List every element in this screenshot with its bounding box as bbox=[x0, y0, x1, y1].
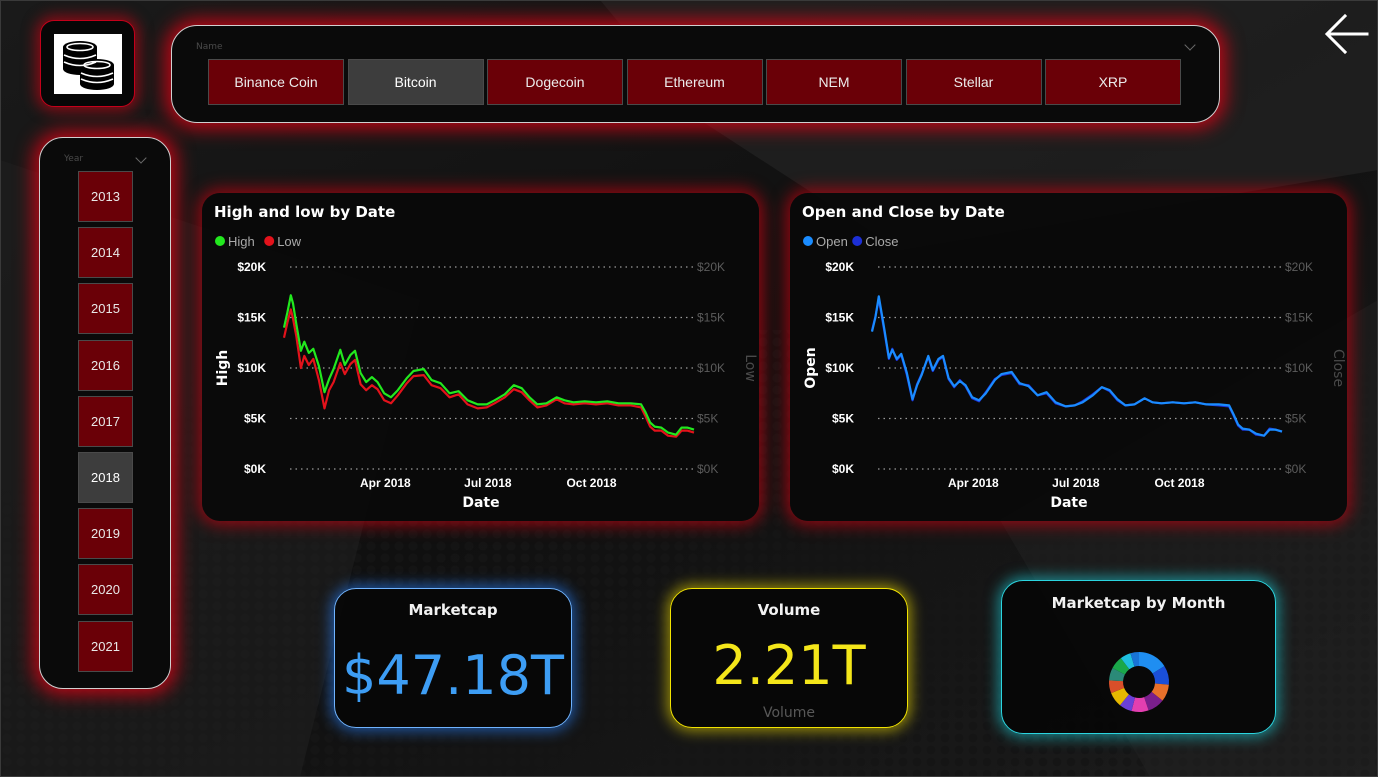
donut-slice-apr bbox=[1143, 691, 1163, 711]
name-option-nem[interactable]: NEM bbox=[766, 59, 902, 105]
y-tick-label: $5K bbox=[244, 412, 266, 426]
x-tick-label: Jul 2018 bbox=[464, 476, 512, 490]
year-option-2019[interactable]: 2019 bbox=[78, 508, 133, 560]
year-option-2017[interactable]: 2017 bbox=[78, 395, 133, 447]
logo-tile bbox=[40, 20, 135, 107]
y-tick-label: $20K bbox=[237, 260, 266, 274]
series-line-low bbox=[282, 308, 695, 438]
y-tick-label: $5K bbox=[832, 412, 854, 426]
y2-tick-label: $15K bbox=[1285, 311, 1313, 325]
y-tick-label: $15K bbox=[237, 311, 266, 325]
donut-slice-jun bbox=[1119, 694, 1136, 712]
volume-title: Volume bbox=[757, 601, 821, 619]
legend-marker-open bbox=[803, 236, 813, 246]
y-tick-label: $0K bbox=[832, 462, 854, 476]
chevron-down-icon[interactable] bbox=[1184, 39, 1196, 51]
name-option-ethereum[interactable]: Ethereum bbox=[626, 59, 763, 105]
y2-tick-label: $10K bbox=[1285, 361, 1313, 375]
x-tick-label: Jul 2018 bbox=[1052, 476, 1100, 490]
x-tick-label: Oct 2018 bbox=[1154, 476, 1204, 490]
name-slicer: Name Binance Coin Bitcoin Dogecoin Ethereum… bbox=[171, 25, 1220, 123]
year-option-2020[interactable]: 2020 bbox=[78, 564, 133, 616]
year-option-2016[interactable]: 2016 bbox=[78, 339, 133, 391]
name-slicer-header: Name bbox=[196, 42, 223, 52]
y2-tick-label: $5K bbox=[697, 412, 718, 426]
y-tick-label: $15K bbox=[825, 311, 854, 325]
year-option-2018[interactable]: 2018 bbox=[78, 452, 133, 503]
y-tick-label: $0K bbox=[244, 462, 266, 476]
marketcap-donut-chart bbox=[1109, 652, 1169, 712]
legend-label-high: High bbox=[228, 234, 255, 249]
donut-slice-nov bbox=[1120, 653, 1135, 670]
year-option-2014[interactable]: 2014 bbox=[78, 227, 133, 279]
marketcap-card: Marketcap $47.18T bbox=[334, 588, 572, 728]
chart-title: Open and Close by Date bbox=[802, 203, 1005, 221]
x-axis-label: Date bbox=[462, 495, 499, 511]
y-tick-label: $10K bbox=[825, 361, 854, 375]
y2-tick-label: $0K bbox=[697, 462, 718, 476]
name-option-dogecoin[interactable]: Dogecoin bbox=[487, 59, 623, 105]
y2-tick-label: $15K bbox=[697, 311, 725, 325]
donut-slice-oct bbox=[1112, 658, 1130, 675]
chevron-down-icon[interactable] bbox=[135, 152, 147, 164]
x-axis-label: Date bbox=[1050, 495, 1087, 511]
volume-card: Volume 2.21T Volume bbox=[670, 588, 908, 728]
donut-slice-may bbox=[1131, 697, 1149, 712]
marketcap-by-month-card: Marketcap by Month bbox=[1001, 580, 1276, 734]
y2-tick-label: $10K bbox=[697, 361, 725, 375]
donut-slice-sep bbox=[1109, 667, 1126, 682]
y2-tick-label: $5K bbox=[1285, 412, 1306, 426]
donut-slice-jan bbox=[1138, 652, 1165, 674]
y-axis-label: Open bbox=[803, 347, 819, 388]
y2-tick-label: $20K bbox=[697, 260, 725, 274]
legend-marker-low bbox=[264, 236, 275, 246]
y2-axis-label: Close bbox=[1330, 349, 1346, 387]
y2-axis-label: Low bbox=[742, 354, 758, 382]
donut-slice-dec bbox=[1130, 652, 1140, 667]
legend-label-close: Close bbox=[865, 234, 898, 249]
year-option-2021[interactable]: 2021 bbox=[78, 620, 133, 672]
name-option-stellar[interactable]: Stellar bbox=[905, 59, 1042, 105]
year-slicer-header: Year bbox=[64, 154, 84, 164]
year-option-2013[interactable]: 2013 bbox=[78, 171, 133, 222]
x-tick-label: Apr 2018 bbox=[360, 476, 411, 490]
series-line-high bbox=[282, 294, 695, 436]
marketcap-value: $47.18T bbox=[342, 644, 564, 707]
x-tick-label: Apr 2018 bbox=[948, 476, 999, 490]
name-option-xrp[interactable]: XRP bbox=[1045, 59, 1181, 105]
y-tick-label: $20K bbox=[825, 260, 854, 274]
coin-stack-icon bbox=[63, 41, 114, 90]
volume-sublabel: Volume bbox=[762, 705, 816, 721]
high-low-chart: High and low by Date High Low $0K $0K $5K $5K $… bbox=[202, 193, 759, 521]
marketcap-title: Marketcap bbox=[408, 601, 498, 619]
year-slicer: Year 2013 2014 2015 2016 2017 2018 2019 2020 202… bbox=[39, 137, 171, 689]
legend-marker-high bbox=[215, 236, 225, 246]
legend-label-low: Low bbox=[277, 234, 301, 249]
legend-label-open: Open bbox=[816, 234, 848, 249]
y2-tick-label: $20K bbox=[1285, 260, 1313, 274]
y-axis-label: High bbox=[215, 350, 231, 387]
year-option-2015[interactable]: 2015 bbox=[78, 283, 133, 335]
back-arrow-icon[interactable] bbox=[1323, 10, 1371, 58]
legend-marker-close bbox=[852, 236, 863, 246]
volume-value: 2.21T bbox=[712, 634, 866, 697]
y-tick-label: $10K bbox=[237, 361, 266, 375]
name-option-bitcoin[interactable]: Bitcoin bbox=[347, 59, 484, 105]
donut-slice-jul bbox=[1111, 687, 1130, 706]
y2-tick-label: $0K bbox=[1285, 462, 1306, 476]
x-tick-label: Oct 2018 bbox=[566, 476, 616, 490]
donut-slice-feb bbox=[1152, 666, 1169, 685]
chart-title: High and low by Date bbox=[214, 203, 395, 221]
open-close-chart: Open and Close by Date Open Close $0K $0K $5K… bbox=[790, 193, 1347, 521]
donut-slice-mar bbox=[1151, 682, 1169, 701]
donut-slice-aug bbox=[1109, 680, 1125, 694]
name-option-binance-coin[interactable]: Binance Coin bbox=[208, 59, 344, 105]
